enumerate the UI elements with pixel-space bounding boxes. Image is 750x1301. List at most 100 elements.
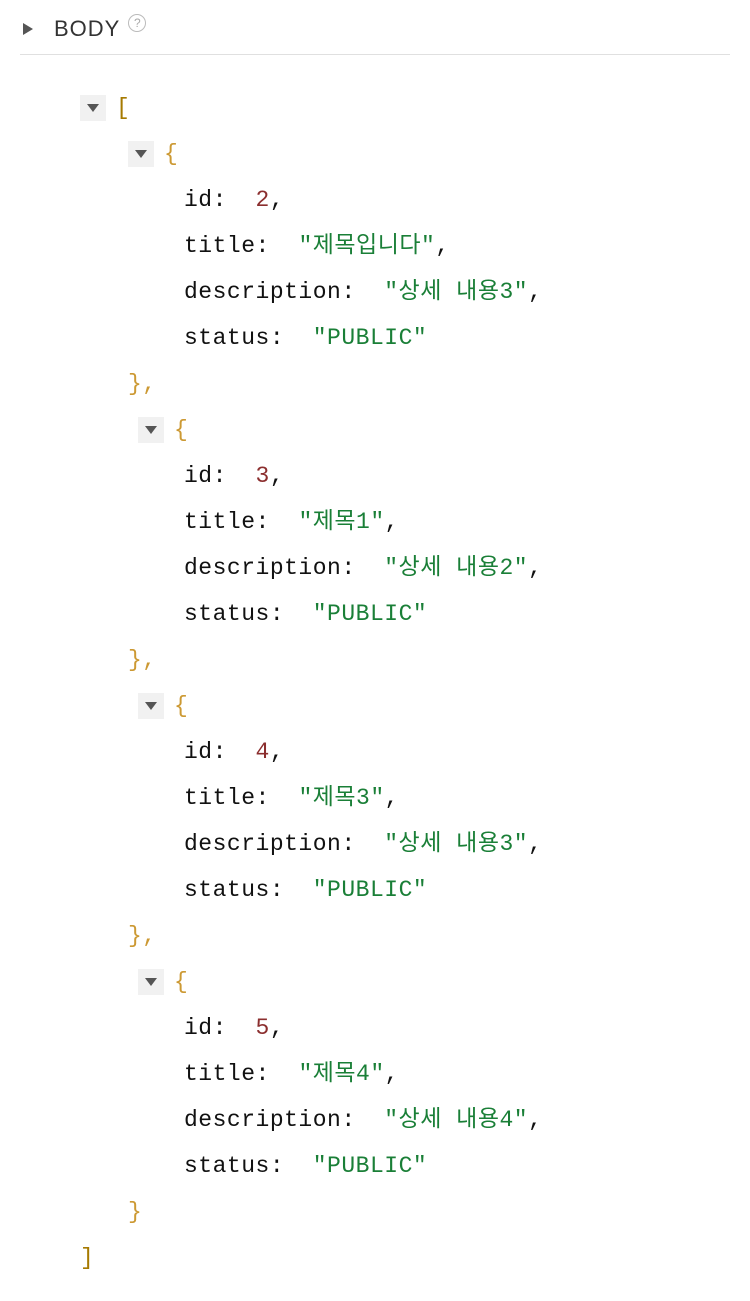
colon: :	[341, 821, 384, 867]
json-string: "상세 내용3"	[384, 269, 528, 315]
close-brace: },	[128, 361, 157, 407]
collapse-toggle-icon[interactable]	[128, 141, 154, 167]
object-open-row: {	[80, 131, 730, 177]
json-property: title: "제목1",	[80, 499, 730, 545]
json-key: id	[184, 177, 213, 223]
section-title: BODY	[54, 16, 120, 42]
json-string: "상세 내용4"	[384, 1097, 528, 1143]
colon: :	[270, 315, 313, 361]
comma: ,	[435, 223, 449, 269]
comma: ,	[270, 729, 284, 775]
open-brace: {	[164, 131, 178, 177]
json-key: status	[184, 591, 270, 637]
object-close-row: },	[80, 637, 730, 683]
json-number: 3	[256, 453, 270, 499]
help-icon[interactable]: ?	[128, 14, 146, 32]
json-property: description: "상세 내용3",	[80, 269, 730, 315]
json-property: status: "PUBLIC"	[80, 1143, 730, 1189]
collapse-toggle-icon[interactable]	[80, 95, 106, 121]
json-property: id: 2,	[80, 177, 730, 223]
json-string: "제목1"	[298, 499, 384, 545]
colon: :	[341, 269, 384, 315]
open-brace: {	[174, 407, 188, 453]
comma: ,	[270, 453, 284, 499]
json-viewer: [ { id: 2, title: "제목입니다", description: …	[0, 55, 750, 1301]
json-key: title	[184, 775, 256, 821]
colon: :	[256, 775, 299, 821]
close-brace: }	[128, 1189, 142, 1235]
colon: :	[341, 545, 384, 591]
open-brace: {	[174, 683, 188, 729]
object-close-row: }	[80, 1189, 730, 1235]
comma: ,	[385, 499, 399, 545]
json-key: status	[184, 867, 270, 913]
colon: :	[213, 177, 256, 223]
close-bracket: ]	[80, 1235, 94, 1281]
collapse-toggle-icon[interactable]	[138, 693, 164, 719]
json-property: title: "제목3",	[80, 775, 730, 821]
json-key: id	[184, 1005, 213, 1051]
json-property: status: "PUBLIC"	[80, 867, 730, 913]
object-open-row: {	[80, 959, 730, 1005]
json-key: description	[184, 269, 341, 315]
colon: :	[213, 453, 256, 499]
json-property: status: "PUBLIC"	[80, 315, 730, 361]
colon: :	[256, 499, 299, 545]
object-close-row: },	[80, 361, 730, 407]
json-key: status	[184, 315, 270, 361]
collapse-toggle-icon[interactable]	[138, 969, 164, 995]
json-property: id: 5,	[80, 1005, 730, 1051]
json-property: description: "상세 내용3",	[80, 821, 730, 867]
json-number: 4	[256, 729, 270, 775]
object-open-row: {	[80, 683, 730, 729]
json-key: id	[184, 729, 213, 775]
close-brace: },	[128, 637, 157, 683]
colon: :	[256, 1051, 299, 1097]
colon: :	[213, 1005, 256, 1051]
object-open-row: {	[80, 407, 730, 453]
comma: ,	[385, 775, 399, 821]
colon: :	[270, 591, 313, 637]
json-string: "상세 내용3"	[384, 821, 528, 867]
json-number: 2	[256, 177, 270, 223]
comma: ,	[270, 1005, 284, 1051]
array-open-row: [	[80, 85, 730, 131]
colon: :	[341, 1097, 384, 1143]
section-header: BODY ?	[20, 0, 730, 55]
open-bracket: [	[116, 85, 130, 131]
json-key: description	[184, 1097, 341, 1143]
colon: :	[256, 223, 299, 269]
comma: ,	[528, 545, 542, 591]
section-toggle-icon[interactable]	[20, 21, 36, 37]
comma: ,	[528, 269, 542, 315]
json-string: "PUBLIC"	[313, 315, 427, 361]
json-key: title	[184, 223, 256, 269]
json-key: title	[184, 1051, 256, 1097]
colon: :	[270, 867, 313, 913]
json-string: "PUBLIC"	[313, 591, 427, 637]
json-string: "PUBLIC"	[313, 867, 427, 913]
collapse-toggle-icon[interactable]	[138, 417, 164, 443]
comma: ,	[270, 177, 284, 223]
open-brace: {	[174, 959, 188, 1005]
json-property: description: "상세 내용4",	[80, 1097, 730, 1143]
json-number: 5	[256, 1005, 270, 1051]
json-string: "제목4"	[298, 1051, 384, 1097]
json-property: description: "상세 내용2",	[80, 545, 730, 591]
json-property: id: 3,	[80, 453, 730, 499]
json-property: status: "PUBLIC"	[80, 591, 730, 637]
json-string: "제목입니다"	[298, 223, 435, 269]
json-property: title: "제목입니다",	[80, 223, 730, 269]
comma: ,	[528, 821, 542, 867]
json-key: description	[184, 545, 341, 591]
json-key: title	[184, 499, 256, 545]
colon: :	[270, 1143, 313, 1189]
json-key: description	[184, 821, 341, 867]
colon: :	[213, 729, 256, 775]
object-close-row: },	[80, 913, 730, 959]
json-key: id	[184, 453, 213, 499]
json-property: title: "제목4",	[80, 1051, 730, 1097]
json-key: status	[184, 1143, 270, 1189]
close-brace: },	[128, 913, 157, 959]
json-string: "제목3"	[298, 775, 384, 821]
